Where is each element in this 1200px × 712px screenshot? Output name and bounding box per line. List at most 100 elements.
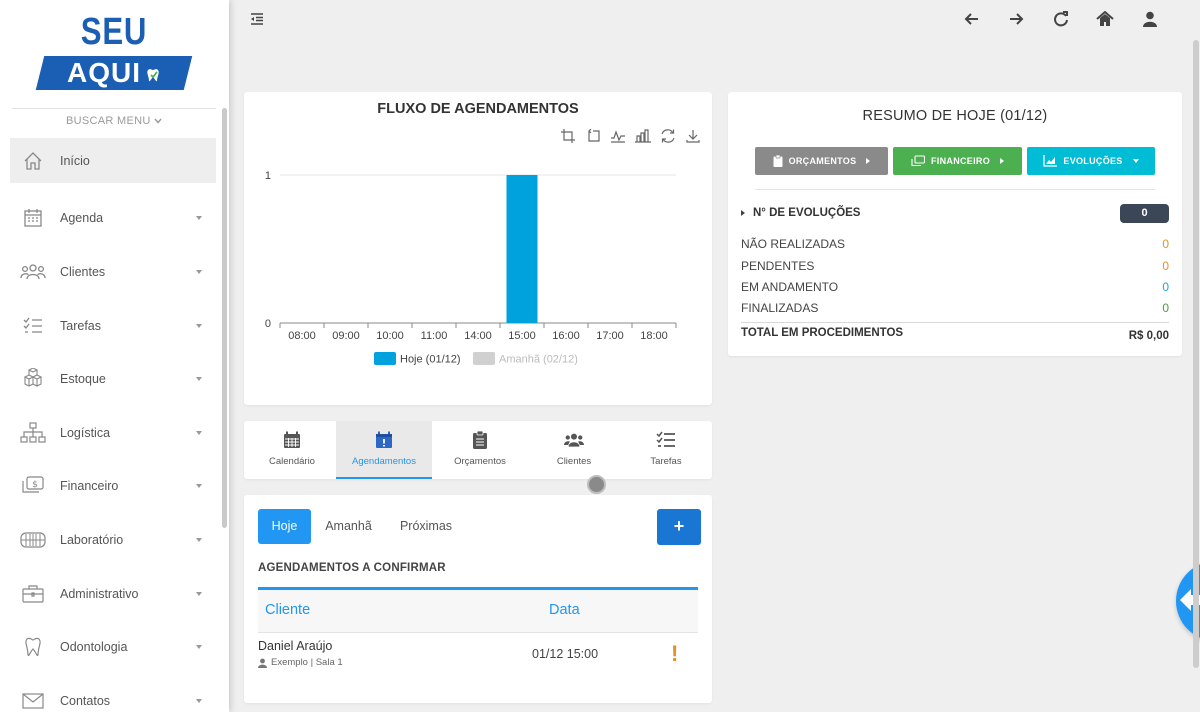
stat-pendentes: PENDENTES 0 xyxy=(741,259,1169,277)
pill-amanha[interactable]: Amanhã xyxy=(317,509,380,544)
sidebar-item-clientes[interactable]: Clientes xyxy=(10,245,216,299)
column-data[interactable]: Data xyxy=(549,602,580,618)
home-icon xyxy=(20,148,46,174)
sidebar-item-financeiro[interactable]: $ Financeiro xyxy=(10,460,216,514)
sidebar-item-estoque[interactable]: Estoque xyxy=(10,352,216,406)
stat-label: PENDENTES xyxy=(741,259,815,273)
stat-value: 0 xyxy=(1162,237,1169,251)
back-button[interactable] xyxy=(950,8,995,30)
sidebar-scrollbar[interactable] xyxy=(222,108,227,528)
sidebar-item-laboratorio[interactable]: Laboratório xyxy=(10,513,216,567)
teeth-icon xyxy=(20,527,46,553)
svg-text:$: $ xyxy=(32,480,38,490)
sidebar-item-label: Início xyxy=(60,153,90,168)
envelope-icon xyxy=(20,688,46,712)
x-tick-label: 10:00 xyxy=(376,330,404,342)
chart-plot: 0 1 08:00 09:00 10:00 11:00 14:00 15:00 16:00 17:… xyxy=(265,170,677,366)
sidebar-item-label: Administrativo xyxy=(60,586,139,601)
briefcase-icon xyxy=(20,581,46,607)
logo-text-bottom: AQUI xyxy=(40,56,188,90)
stat-value: 0 xyxy=(1162,301,1169,315)
stat-nao-realizadas: NÃO REALIZADAS 0 xyxy=(741,237,1169,255)
sidebar-menu: Início Agenda Clientes Tarefas Estoque L… xyxy=(10,138,216,712)
collapse-sidebar-button[interactable] xyxy=(249,11,265,27)
caret-right-icon xyxy=(866,158,871,164)
y-tick-label: 0 xyxy=(265,318,271,330)
users-icon xyxy=(564,430,584,450)
sidebar-item-label: Contatos xyxy=(60,693,111,708)
legend-swatch xyxy=(473,352,495,365)
caret-down-icon xyxy=(196,216,202,221)
x-tick-label: 08:00 xyxy=(288,330,316,342)
sidebar-item-logistica[interactable]: Logística xyxy=(10,406,216,460)
sidebar-item-agenda[interactable]: Agenda xyxy=(10,192,216,246)
add-appointment-button[interactable]: + xyxy=(657,509,701,545)
arrow-left-icon xyxy=(964,13,978,25)
chevron-down-icon xyxy=(154,118,162,124)
evolutions-toggle[interactable]: N° DE EVOLUÇÕES 0 xyxy=(741,204,1169,224)
sidebar-item-label: Odontologia xyxy=(60,640,128,655)
sidebar-item-inicio[interactable]: Início xyxy=(10,138,216,183)
evolucoes-button[interactable]: EVOLUÇÕES xyxy=(1027,147,1155,175)
evolucoes-button-label: EVOLUÇÕES xyxy=(1063,156,1123,166)
home-icon xyxy=(1096,11,1114,26)
exclamation-icon[interactable]: ! xyxy=(671,643,678,665)
caret-right-icon xyxy=(1000,158,1004,164)
refresh-button[interactable] xyxy=(1039,8,1084,30)
x-tick-label: 18:00 xyxy=(640,330,668,342)
sidebar-item-tarefas[interactable]: Tarefas xyxy=(10,299,216,353)
sitemap-icon xyxy=(20,420,46,446)
financeiro-button-label: FINANCEIRO xyxy=(931,156,990,166)
sidebar: SEU LOGO AQUI BUSCAR MENU Início Agenda … xyxy=(0,0,229,712)
sidebar-divider xyxy=(12,108,216,109)
appointment-date: 01/12 15:00 xyxy=(532,647,599,661)
logo-text-aqui: AQUI xyxy=(67,57,141,88)
total-procedures-label: TOTAL EM PROCEDIMENTOS xyxy=(741,327,904,339)
logo[interactable]: SEU LOGO AQUI xyxy=(35,10,193,97)
client-name[interactable]: Daniel Araújo xyxy=(258,639,332,653)
column-cliente[interactable]: Cliente xyxy=(265,602,310,618)
appointment-location: Exemplo | Sala 1 xyxy=(271,657,343,668)
tab-tarefas[interactable]: Tarefas xyxy=(618,421,714,479)
page-scrollbar[interactable] xyxy=(1193,40,1199,668)
drag-handle[interactable] xyxy=(587,475,606,494)
pill-hoje[interactable]: Hoje xyxy=(258,509,311,544)
x-tick-label: 16:00 xyxy=(552,330,580,342)
dashboard-tabbar: Calendário Agendamentos Orçamentos Clien… xyxy=(244,421,712,479)
pill-proximas[interactable]: Próximas xyxy=(389,509,463,544)
stat-finalizadas: FINALIZADAS 0 xyxy=(741,301,1169,319)
search-menu-toggle[interactable]: BUSCAR MENU xyxy=(12,115,216,127)
caret-down-icon xyxy=(196,645,202,650)
forward-button[interactable] xyxy=(994,8,1039,30)
users-icon xyxy=(20,259,46,285)
appointments-flow-card: FLUXO DE AGENDAMENTOS 0 1 08:00 09:00 10:00 1… xyxy=(244,92,712,405)
tab-clientes[interactable]: Clientes xyxy=(526,421,622,479)
caret-down-icon xyxy=(196,698,202,703)
sidebar-item-label: Financeiro xyxy=(60,479,119,494)
caret-down-icon xyxy=(1132,159,1139,163)
user-icon xyxy=(258,658,267,668)
sidebar-item-label: Clientes xyxy=(60,264,106,279)
profile-button[interactable] xyxy=(1128,8,1173,30)
caret-down-icon xyxy=(196,430,202,435)
tab-calendario[interactable]: Calendário xyxy=(244,421,340,479)
sidebar-item-contatos[interactable]: Contatos xyxy=(10,674,216,712)
sidebar-item-administrativo[interactable]: Administrativo xyxy=(10,567,216,621)
caret-down-icon xyxy=(196,269,202,274)
tab-agendamentos[interactable]: Agendamentos xyxy=(336,421,432,479)
x-tick-label: 09:00 xyxy=(332,330,360,342)
financeiro-button[interactable]: FINANCEIRO xyxy=(893,147,1022,175)
money-icon: $ xyxy=(20,473,46,499)
orcamentos-button[interactable]: ORÇAMENTOS xyxy=(755,147,888,175)
x-tick-label: 15:00 xyxy=(508,330,536,342)
home-button[interactable] xyxy=(1083,8,1128,30)
total-procedures-value: R$ 0,00 xyxy=(1128,330,1169,342)
total-divider xyxy=(741,322,1169,323)
table-row[interactable]: Daniel Araújo Exemplo | Sala 1 01/12 15:… xyxy=(258,633,698,677)
boxes-icon xyxy=(20,366,46,392)
tab-label: Orçamentos xyxy=(454,456,506,467)
evolutions-count-badge: 0 xyxy=(1120,204,1169,223)
tab-label: Calendário xyxy=(269,456,315,467)
sidebar-item-odontologia[interactable]: Odontologia xyxy=(10,620,216,674)
tab-orcamentos[interactable]: Orçamentos xyxy=(432,421,528,479)
